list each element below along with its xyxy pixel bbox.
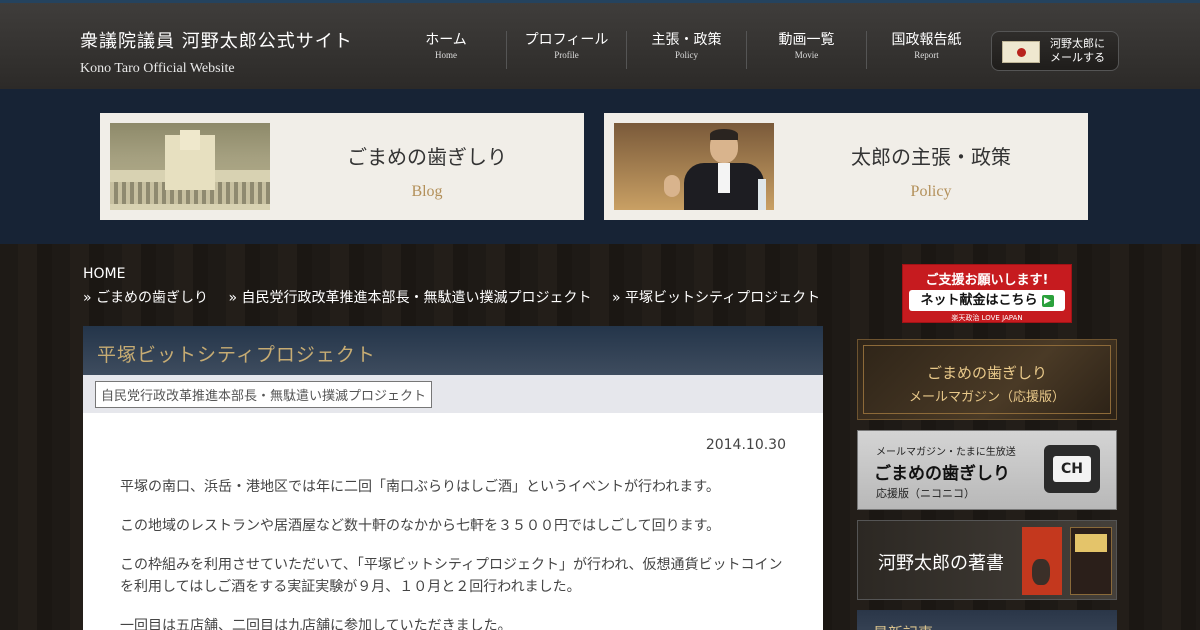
nav-profile-label: プロフィール	[524, 32, 609, 48]
books-banner[interactable]: 河野太郎の著書	[857, 520, 1117, 600]
paragraph: この地域のレストランや居酒屋など数十軒のなかから七軒を３５００円ではしごして回り…	[120, 518, 721, 534]
breadcrumb-item-blog[interactable]: » ごまめの歯ぎしり	[83, 290, 208, 306]
donate-footer: 楽天政治 LOVE JAPAN	[951, 314, 1023, 322]
nav-movie-label: 動画一覧	[778, 32, 835, 48]
promo-blog-title: ごまめの歯ぎしり	[347, 145, 507, 169]
nav-policy-label: 主張・政策	[651, 32, 722, 48]
breadcrumb-trail: » ごまめの歯ぎしり » 自民党行政改革推進本部長・無駄遣い撲滅プロジェクト »…	[83, 287, 836, 307]
nav-policy[interactable]: 主張・政策 Policy	[626, 31, 746, 69]
speaker-photo	[614, 123, 774, 210]
promo-blog-subtitle: Blog	[411, 183, 443, 200]
nav-policy-sublabel: Policy	[674, 50, 698, 60]
book-cover-image	[1070, 527, 1112, 595]
category-bar: 自民党行政改革推進本部長・無駄遣い撲滅プロジェクト	[83, 375, 823, 413]
mail-magazine-subtitle: メールマガジン（応援版）	[908, 390, 1065, 405]
arrow-right-icon: ▶	[1041, 294, 1054, 307]
promo-blog[interactable]: ごまめの歯ぎしり Blog	[100, 113, 584, 220]
niconico-title: ごまめの歯ぎしり	[874, 464, 1010, 484]
promo-policy-subtitle: Policy	[910, 183, 952, 200]
site-subtitle: Kono Taro Official Website	[80, 61, 235, 76]
nav-report[interactable]: 国政報告紙 Report	[866, 31, 986, 69]
nav-home-sublabel: Home	[435, 50, 457, 60]
nav-home[interactable]: ホーム Home	[386, 31, 506, 69]
mail-button-line1: 河野太郎に	[1050, 37, 1105, 50]
post-body: 平塚の南口、浜岳・港地区では年に二回「南口ぶらりはしご酒」というイベントが行われ…	[120, 476, 785, 630]
mail-button-text: 河野太郎に メールする	[1050, 37, 1105, 65]
paragraph: 平塚の南口、浜岳・港地区では年に二回「南口ぶらりはしご酒」というイベントが行われ…	[120, 479, 720, 495]
niconico-tagline: メールマガジン・たまに生放送	[876, 447, 1016, 458]
promo-policy-title: 太郎の主張・政策	[851, 145, 1011, 169]
site-header: 衆議院議員 河野太郎公式サイト Kono Taro Official Websi…	[0, 0, 1200, 89]
breadcrumb-home[interactable]: HOME	[83, 266, 125, 282]
envelope-icon	[1002, 41, 1040, 63]
promo-strip: ごまめの歯ぎしり Blog 太郎の主張・政策 Policy	[0, 89, 1200, 244]
post-date: 2014.10.30	[705, 437, 786, 453]
donate-button-label: ネット献金はこちら	[920, 293, 1038, 308]
nav-movie-sublabel: Movie	[794, 50, 819, 60]
mail-magazine-title: ごまめの歯ぎしり	[926, 364, 1047, 382]
book-cover-image	[1022, 527, 1062, 595]
promo-policy[interactable]: 太郎の主張・政策 Policy	[604, 113, 1088, 220]
mail-magazine-banner[interactable]: ごまめの歯ぎしり メールマガジン（応援版）	[857, 339, 1117, 420]
nav-report-label: 国政報告紙	[891, 32, 962, 48]
donate-banner[interactable]: ご支援お願いします! ネット献金はこちら ▶ 楽天政治 LOVE JAPAN	[902, 264, 1072, 323]
donate-button: ネット献金はこちら ▶	[909, 290, 1065, 311]
mail-button[interactable]: 河野太郎に メールする	[991, 31, 1119, 71]
books-label: 河野太郎の著書	[878, 553, 1004, 574]
niconico-subtitle: 応援版（ニコニコ）	[876, 487, 975, 500]
main-nav: ホーム Home プロフィール Profile 主張・政策 Policy 動画一…	[386, 31, 986, 69]
breadcrumb-item-category[interactable]: » 自民党行政改革推進本部長・無駄遣い撲滅プロジェクト	[228, 290, 591, 306]
diet-building-image	[110, 123, 270, 210]
paragraph: この枠組みを利用させていただいて、「平塚ビットシティプロジェクト」が行われ、仮想…	[120, 557, 783, 595]
mail-button-line2: メールする	[1050, 51, 1105, 64]
niconico-banner[interactable]: メールマガジン・たまに生放送 ごまめの歯ぎしり 応援版（ニコニコ）	[857, 430, 1117, 510]
breadcrumb-item-current[interactable]: » 平塚ビットシティプロジェクト	[612, 290, 820, 306]
nav-profile-sublabel: Profile	[554, 50, 579, 60]
article-title: 平塚ビットシティプロジェクト	[97, 344, 376, 366]
nav-profile[interactable]: プロフィール Profile	[506, 31, 626, 69]
article-header: 平塚ビットシティプロジェクト	[83, 326, 823, 375]
donate-heading: ご支援お願いします!	[925, 273, 1049, 288]
category-tag[interactable]: 自民党行政改革推進本部長・無駄遣い撲滅プロジェクト	[95, 381, 433, 408]
nav-report-sublabel: Report	[914, 50, 939, 60]
nav-movie[interactable]: 動画一覧 Movie	[746, 31, 866, 69]
niconico-tv-icon	[1044, 445, 1100, 493]
recent-posts-header: 最新記事	[857, 610, 1117, 630]
nav-home-label: ホーム	[425, 32, 467, 48]
recent-posts-label: 最新記事	[873, 622, 933, 630]
article: 平塚ビットシティプロジェクト 自民党行政改革推進本部長・無駄遣い撲滅プロジェクト…	[83, 326, 823, 630]
site-title[interactable]: 衆議院議員 河野太郎公式サイト	[80, 27, 353, 53]
paragraph: 一回目は五店舗、二回目は九店舗に参加していただきました。	[120, 618, 512, 630]
